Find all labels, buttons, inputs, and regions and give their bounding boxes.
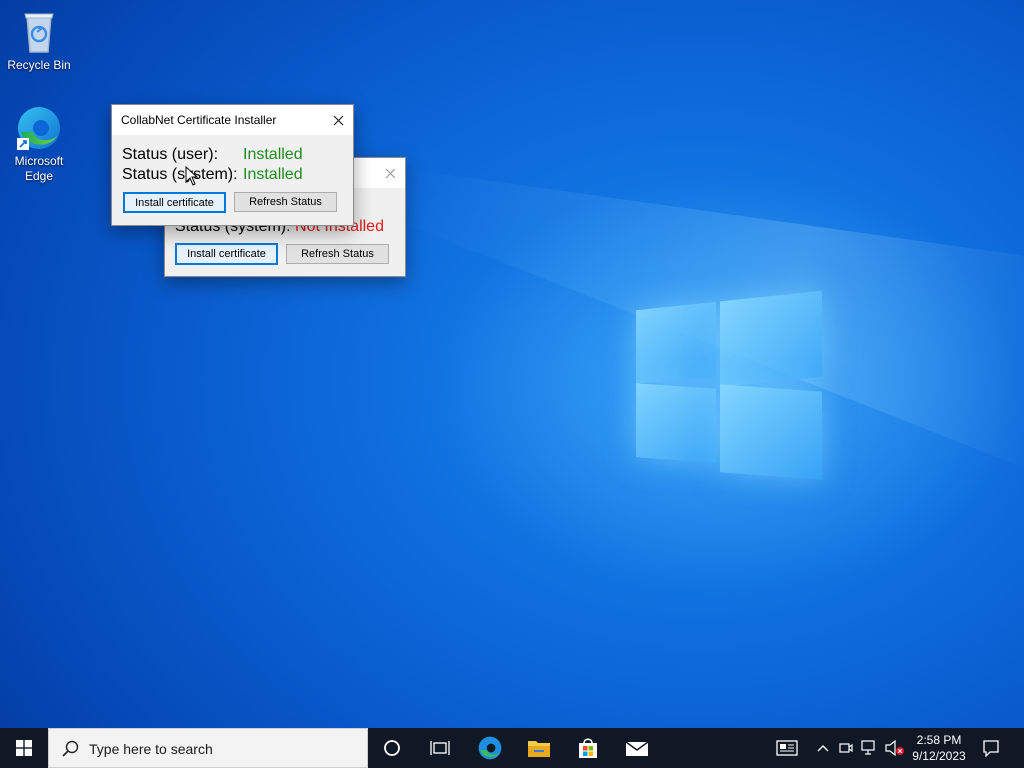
install-certificate-button[interactable]: Install certificate [123, 192, 226, 213]
refresh-status-button[interactable]: Refresh Status [234, 192, 337, 212]
network-icon [861, 740, 875, 755]
camera-icon [839, 743, 853, 753]
taskbar-edge[interactable] [466, 728, 514, 768]
volume-button[interactable] [884, 728, 906, 768]
install-certificate-button[interactable]: Install certificate [175, 243, 278, 265]
close-button[interactable] [375, 158, 405, 188]
news-icon [776, 740, 798, 756]
edge-shortcut[interactable]: Microsoft Edge [3, 104, 75, 184]
task-view-icon [430, 741, 450, 755]
cortana-circle-icon [384, 740, 400, 756]
edge-icon [15, 104, 63, 152]
edge-label-line: Microsoft Edge [3, 154, 75, 184]
task-view-button[interactable] [416, 728, 464, 768]
folder-icon [528, 741, 550, 757]
start-button[interactable] [0, 728, 48, 768]
edge-label: Microsoft Edge [14, 154, 64, 183]
status-system-label: Status (system): [122, 166, 238, 183]
windows-start-icon [16, 740, 32, 756]
windows-logo-wallpaper [636, 290, 824, 480]
action-center-button[interactable] [976, 728, 1006, 768]
cortana-button[interactable] [368, 728, 416, 768]
status-user-value: Installed [243, 146, 303, 163]
close-button[interactable] [323, 105, 353, 135]
status-system-row: Status (system): Installed [122, 166, 303, 184]
volume-muted-icon [885, 740, 904, 756]
edge-icon [478, 736, 502, 760]
search-icon [62, 740, 79, 757]
news-widget-button[interactable] [772, 728, 802, 768]
recycle-bin-icon [15, 8, 63, 56]
clock-time: 2:58 PM [916, 733, 962, 747]
store-bag-icon [579, 738, 597, 758]
dialog-title: CollabNet Certificate Installer [121, 113, 277, 127]
close-icon [385, 168, 395, 178]
mouse-cursor-icon [185, 166, 199, 186]
taskbar: Type here to search 2:58 PM 9/12/2023 [0, 728, 1024, 768]
recycle-bin-label: Recycle Bin [7, 58, 71, 72]
search-placeholder: Type here to search [89, 741, 213, 757]
clock[interactable]: 2:58 PM 9/12/2023 [906, 728, 972, 768]
show-hidden-icons-button[interactable] [812, 728, 834, 768]
network-button[interactable] [859, 728, 881, 768]
taskbar-mail[interactable] [613, 728, 661, 768]
dialog-titlebar[interactable]: CollabNet Certificate Installer [112, 105, 353, 135]
recycle-bin-shortcut[interactable]: Recycle Bin [3, 8, 75, 73]
status-system-value: Installed [243, 166, 303, 183]
desktop: Recycle Bin Microsoft Edge Status (syste… [0, 0, 1024, 728]
notification-icon [983, 740, 999, 757]
clock-date: 9/12/2023 [912, 749, 966, 763]
taskbar-store[interactable] [564, 728, 612, 768]
installer-dialog[interactable]: CollabNet Certificate Installer Status (… [111, 104, 354, 226]
status-user-label: Status (user): [122, 146, 219, 163]
close-icon [333, 115, 343, 125]
status-user-row: Status (user): Installed [122, 146, 303, 164]
taskbar-search-box[interactable]: Type here to search [48, 728, 368, 768]
refresh-status-button[interactable]: Refresh Status [286, 244, 389, 264]
taskbar-file-explorer[interactable] [515, 728, 563, 768]
mail-envelope-icon [625, 741, 649, 756]
chevron-up-icon [817, 745, 829, 752]
meet-now-button[interactable] [836, 728, 856, 768]
